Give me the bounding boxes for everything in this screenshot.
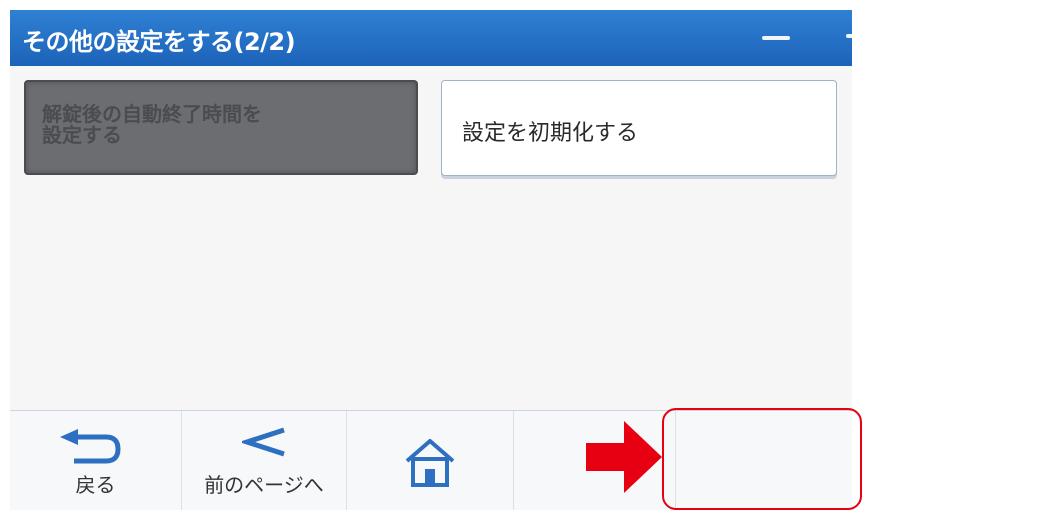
back-button[interactable]: 戻る — [10, 411, 182, 510]
previous-page-button[interactable]: 前のページへ — [182, 411, 347, 510]
chevron-left-icon — [242, 427, 285, 457]
home-button[interactable] — [347, 411, 514, 510]
back-label: 戻る — [75, 473, 116, 497]
reset-settings-button[interactable]: 設定を初期化する — [441, 80, 837, 176]
highlight-frame — [662, 408, 862, 510]
red-right-arrow-icon — [586, 421, 662, 493]
home-icon — [405, 439, 455, 487]
window-edge-icon — [846, 34, 852, 38]
auto-logout-time-label: 解錠後の自動終了時間を 設定する — [42, 102, 262, 147]
auto-logout-time-button: 解錠後の自動終了時間を 設定する — [24, 80, 418, 175]
reset-settings-label: 設定を初期化する — [462, 121, 639, 146]
page-title: その他の設定をする(2/2) — [22, 28, 296, 56]
title-bar: その他の設定をする(2/2) — [10, 10, 852, 66]
return-arrow-icon — [60, 429, 121, 464]
previous-page-label: 前のページへ — [204, 473, 324, 497]
settings-content: 解錠後の自動終了時間を 設定する 設定を初期化する — [10, 66, 852, 410]
minimize-icon[interactable] — [762, 36, 790, 40]
